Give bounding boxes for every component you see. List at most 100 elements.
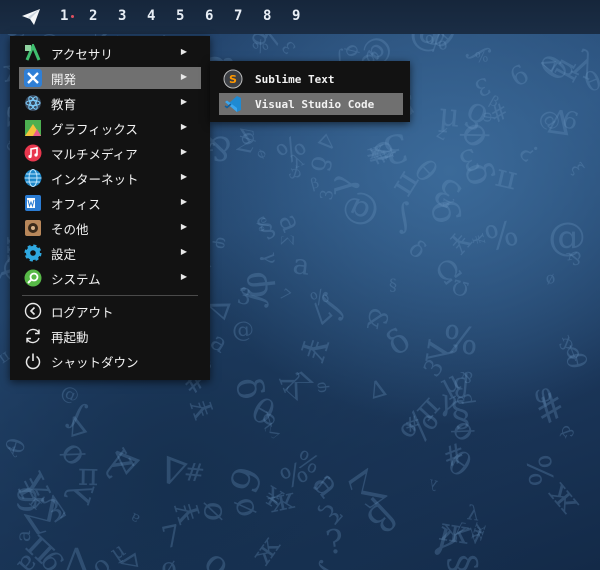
wallpaper-glyph: δ (303, 153, 337, 175)
logout-icon (23, 301, 43, 321)
restart-icon (23, 326, 43, 346)
wallpaper-glyph: a (127, 508, 143, 528)
wallpaper-glyph: ? (323, 520, 347, 563)
workspace-label: 8 (263, 8, 272, 24)
wallpaper-glyph: 9 (222, 461, 273, 500)
workspace-5[interactable]: 5 (174, 8, 203, 24)
wallpaper-glyph: ∆ (64, 542, 90, 570)
menu-item-label: 再起動 (51, 329, 89, 345)
menu-item-label: 教育 (51, 96, 77, 112)
menu-item-label: ログアウト (51, 304, 114, 320)
menu-item-label: オフィス (51, 196, 101, 212)
submenu-item-vscode[interactable]: Visual Studio Code (219, 93, 403, 115)
submenu-arrow-icon: ▶ (180, 47, 187, 56)
wallpaper-glyph: a (291, 247, 312, 282)
shutdown-button[interactable]: シャットダウン (19, 350, 201, 372)
workspace-switcher: 1 2 3 4 5 6 7 8 9 (58, 8, 319, 24)
development-submenu: S Sublime Text Visual Studio Code (210, 61, 410, 122)
wallpaper-glyph: ∆ (313, 129, 341, 157)
graphics-icon (23, 118, 43, 138)
workspace-label: 6 (205, 8, 214, 24)
wallpaper-glyph: φ (210, 235, 232, 251)
wallpaper-glyph: λ (92, 441, 144, 485)
menu-item-graphics[interactable]: グラフィックス ▶ (19, 117, 201, 139)
workspace-8[interactable]: 8 (261, 8, 290, 24)
menu-item-internet[interactable]: インターネット ▶ (19, 167, 201, 189)
workspace-label: 9 (292, 8, 301, 24)
submenu-arrow-icon: ▶ (180, 247, 187, 256)
education-icon (23, 93, 43, 113)
wallpaper-glyph: ø (544, 270, 558, 291)
workspace-7[interactable]: 7 (232, 8, 261, 24)
wallpaper-glyph: & (359, 304, 394, 334)
menu-item-label: インターネット (51, 171, 139, 187)
wallpaper-glyph: λ (427, 475, 440, 493)
submenu-item-sublime-text[interactable]: S Sublime Text (219, 68, 403, 90)
wallpaper-glyph: ∫ (391, 198, 418, 241)
menu-item-label: 設定 (51, 246, 77, 262)
wallpaper-glyph: ø (158, 552, 179, 570)
menu-item-office[interactable]: オフィス ▶ (19, 192, 201, 214)
wallpaper-glyph: % (440, 317, 481, 364)
menu-item-label: 開発 (51, 71, 77, 87)
other-icon (23, 218, 43, 238)
workspace-9[interactable]: 9 (290, 8, 319, 24)
wallpaper-glyph: ж (437, 509, 473, 553)
menu-item-accessories[interactable]: アクセサリ ▶ (19, 42, 201, 64)
wallpaper-glyph: ∆ (154, 446, 192, 494)
menu-item-label: グラフィックス (51, 121, 138, 137)
menu-item-label: マルチメディア (51, 146, 138, 162)
wallpaper-glyph: % (480, 210, 522, 258)
wallpaper-glyph: % (474, 49, 490, 67)
wallpaper-glyph: & (555, 422, 579, 443)
accessories-icon (23, 43, 43, 63)
menu-separator (22, 295, 198, 296)
wallpaper-glyph: θ (0, 434, 32, 458)
wallpaper-glyph: λ (439, 197, 456, 207)
submenu-arrow-icon: ▶ (180, 172, 187, 181)
menu-item-other[interactable]: その他 ▶ (19, 217, 201, 239)
submenu-item-label: Visual Studio Code (255, 97, 375, 111)
submenu-arrow-icon: ▶ (180, 122, 187, 131)
workspace-2[interactable]: 2 (87, 8, 116, 24)
menu-item-label: シャットダウン (51, 354, 139, 370)
wallpaper-glyph: β (309, 175, 322, 193)
wallpaper-glyph: ∆ (366, 375, 390, 405)
logout-button[interactable]: ログアウト (19, 300, 201, 322)
menu-item-system[interactable]: システム ▶ (19, 267, 201, 289)
wallpaper-glyph: ? (514, 138, 546, 167)
workspace-label: 3 (118, 8, 127, 24)
wallpaper-glyph: φ (231, 269, 278, 301)
shutdown-icon (23, 351, 43, 371)
development-icon (23, 68, 43, 88)
workspace-label: 1 (60, 8, 69, 24)
workspace-label: 7 (234, 8, 243, 24)
menu-item-settings[interactable]: 設定 ▶ (19, 242, 201, 264)
workspace-label: 2 (89, 8, 98, 24)
submenu-arrow-icon: ▶ (180, 72, 187, 81)
wallpaper-glyph: @ (548, 215, 586, 259)
wallpaper-glyph: ø (252, 146, 271, 162)
active-workspace-dot (71, 15, 74, 18)
workspace-3[interactable]: 3 (116, 8, 145, 24)
menu-item-education[interactable]: 教育 ▶ (19, 92, 201, 114)
system-icon (23, 268, 43, 288)
application-menu: アクセサリ ▶ 開発 ▶ 教育 ▶ グラフィックス ▶ マルチメディア ▶ イン… (10, 36, 210, 380)
submenu-item-label: Sublime Text (255, 72, 335, 86)
menu-item-multimedia[interactable]: マルチメディア ▶ (19, 142, 201, 164)
menu-item-development[interactable]: 開発 ▶ (19, 67, 201, 89)
paper-plane-icon[interactable] (20, 7, 42, 27)
workspace-4[interactable]: 4 (145, 8, 174, 24)
workspace-1[interactable]: 1 (58, 8, 87, 24)
submenu-arrow-icon: ▶ (180, 222, 187, 231)
menu-item-label: システム (51, 271, 101, 287)
wallpaper-glyph: ø (195, 500, 236, 523)
submenu-arrow-icon: ▶ (180, 272, 187, 281)
restart-button[interactable]: 再起動 (19, 325, 201, 347)
wallpaper-glyph: @ (231, 317, 255, 344)
vscode-icon (223, 94, 243, 114)
menu-item-label: アクセサリ (51, 46, 113, 62)
workspace-6[interactable]: 6 (203, 8, 232, 24)
menu-item-label: その他 (51, 221, 89, 237)
sublime-text-icon: S (223, 69, 243, 89)
